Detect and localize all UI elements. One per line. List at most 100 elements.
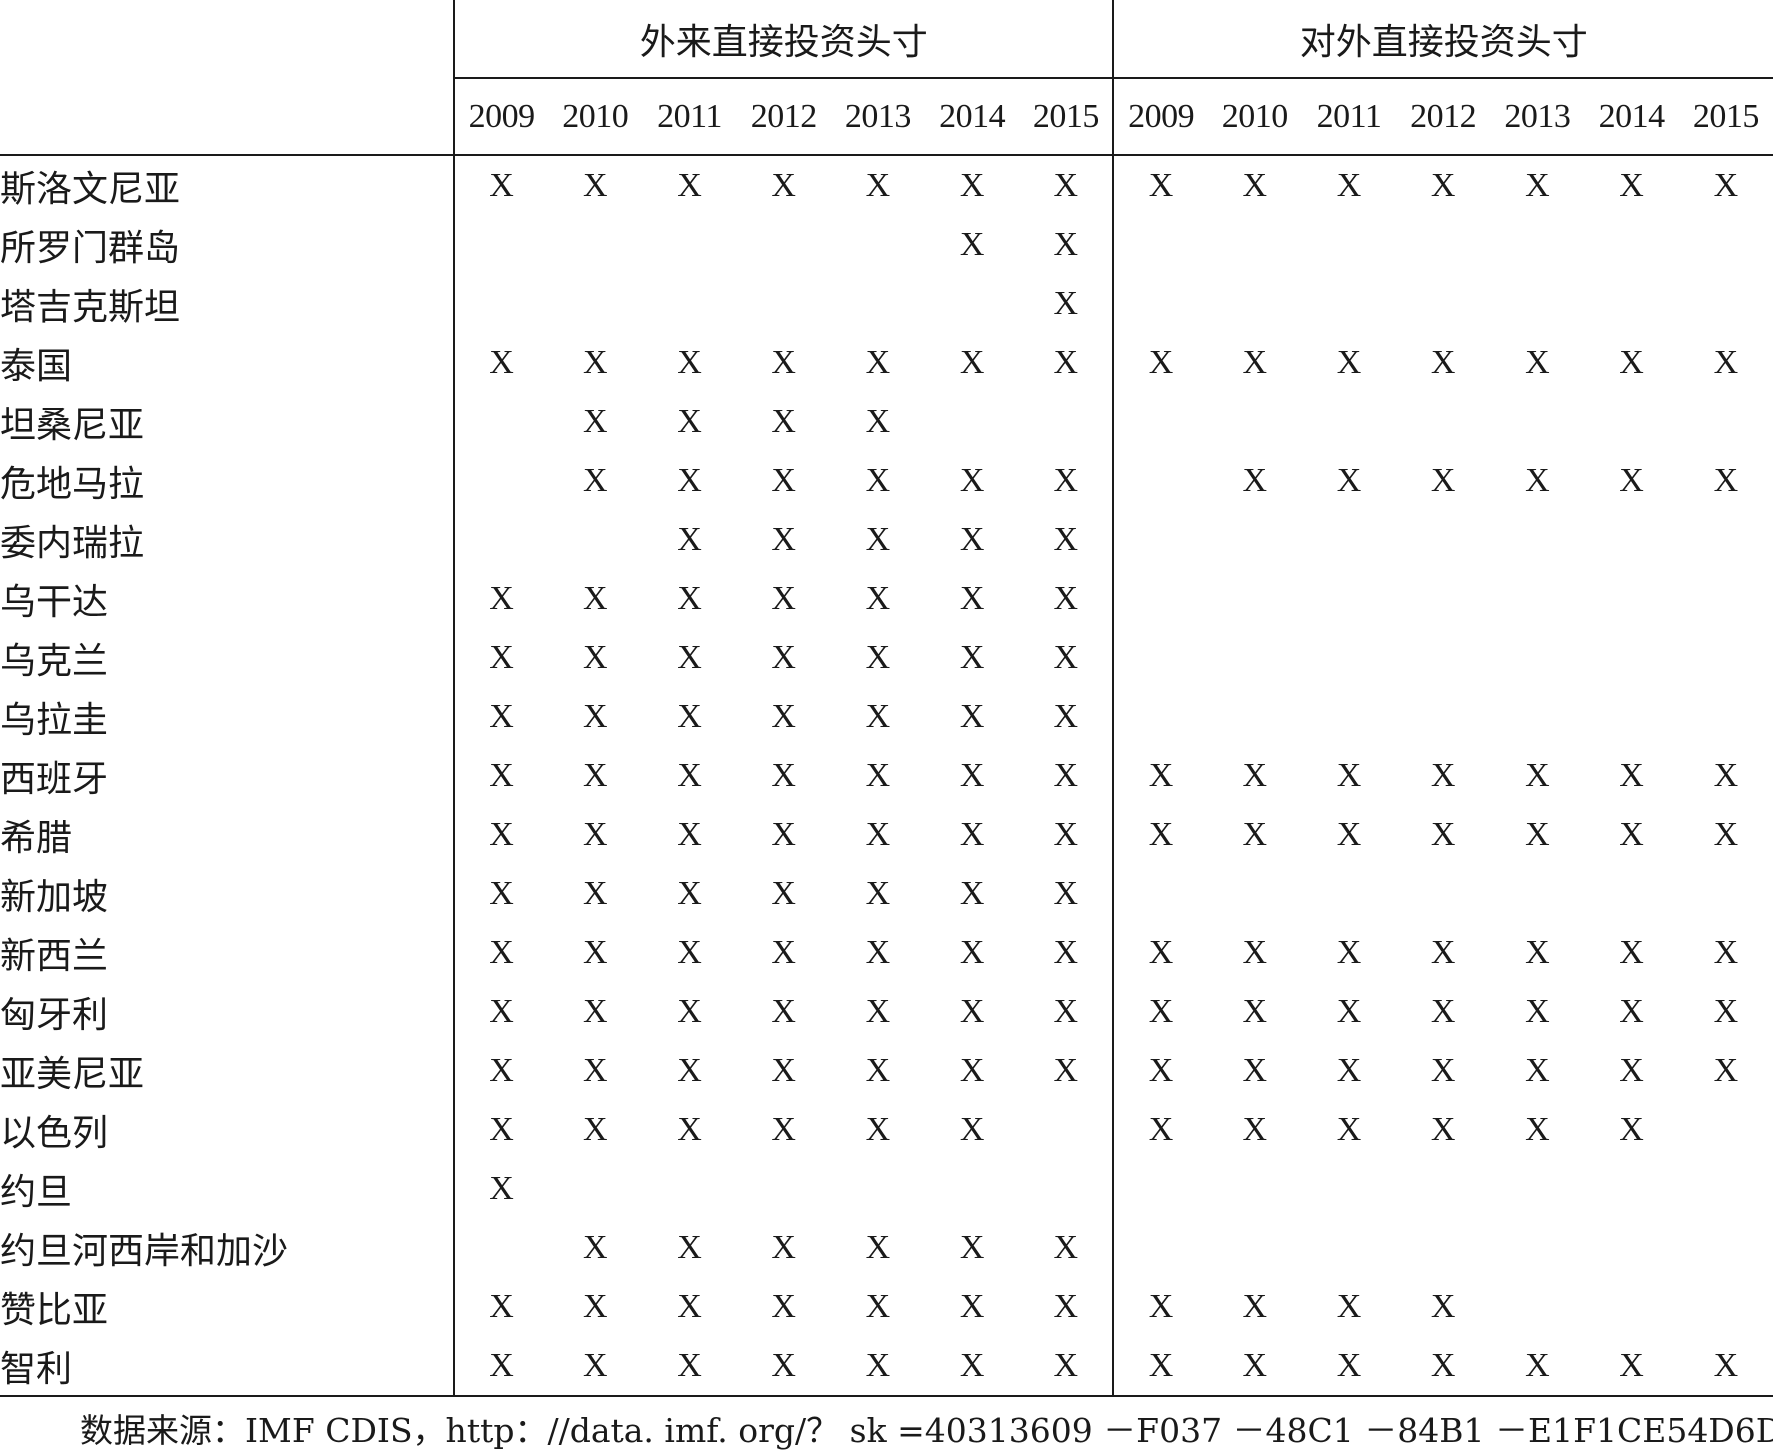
inward-mark-cell: X xyxy=(771,933,796,971)
outward-mark-cell xyxy=(1679,1100,1773,1159)
outward-mark-cell xyxy=(1490,215,1584,274)
inward-mark-cell: X xyxy=(959,1110,985,1148)
inward-mark-cell: X xyxy=(583,933,608,971)
inward-mark-cell: X xyxy=(1053,520,1079,558)
outward-mark-cell: X xyxy=(1336,933,1362,971)
outward-mark-cell: X xyxy=(1336,166,1362,204)
outward-mark-cell: X xyxy=(1336,461,1362,499)
outward-mark-cell xyxy=(1302,510,1396,569)
outward-mark-cell xyxy=(1208,215,1302,274)
outward-mark-cell: X xyxy=(1112,333,1208,392)
inward-mark-cell xyxy=(737,274,831,333)
inward-mark-cell: X xyxy=(959,579,985,617)
country-cell: 赞比亚 xyxy=(0,1289,109,1331)
outward-mark-cell xyxy=(1396,569,1490,628)
inward-mark-cell: X xyxy=(865,520,891,558)
outward-mark-cell xyxy=(1584,1159,1678,1218)
inward-mark-cell: X xyxy=(771,1287,796,1325)
inward-mark-cell: X xyxy=(1053,284,1079,322)
inward-mark-cell: X xyxy=(771,1110,796,1148)
inward-mark-cell: X xyxy=(677,579,702,617)
outward-mark-cell: X xyxy=(1713,1051,1739,1089)
country-cell: 乌拉圭 xyxy=(0,699,109,741)
outward-mark-cell: X xyxy=(1242,166,1268,204)
outward-mark-cell: X xyxy=(1619,343,1644,381)
inward-mark-cell: X xyxy=(771,756,796,794)
outward-mark-cell xyxy=(1208,1159,1302,1218)
table-row: 所罗门群岛 X X xyxy=(0,215,1773,274)
inward-group-header: 外来直接投资头寸 xyxy=(452,0,1114,79)
outward-mark-cell xyxy=(1396,864,1490,923)
inward-mark-cell: X xyxy=(452,864,549,923)
outward-mark-cell: X xyxy=(1713,461,1739,499)
outward-mark-cell: X xyxy=(1242,1287,1268,1325)
outward-mark-cell: X xyxy=(1430,343,1456,381)
inward-year-header: 2012 xyxy=(736,78,831,156)
outward-mark-cell xyxy=(1302,628,1396,687)
inward-mark-cell: X xyxy=(677,874,702,912)
inward-mark-cell xyxy=(642,274,736,333)
outward-mark-cell xyxy=(1584,392,1678,451)
inward-mark-cell: X xyxy=(583,815,608,853)
inward-mark-cell: X xyxy=(959,697,985,735)
inward-mark-cell: X xyxy=(1053,697,1079,735)
outward-mark-cell xyxy=(1490,510,1584,569)
outward-mark-cell: X xyxy=(1713,992,1739,1030)
inward-mark-cell: X xyxy=(452,687,549,746)
inward-mark-cell: X xyxy=(452,1159,549,1218)
inward-mark-cell: X xyxy=(452,746,549,805)
inward-mark-cell: X xyxy=(583,756,608,794)
inward-mark-cell: X xyxy=(865,638,891,676)
inward-mark-cell xyxy=(548,510,642,569)
outward-mark-cell: X xyxy=(1112,1100,1208,1159)
inward-mark-cell xyxy=(831,1159,925,1218)
inward-mark-cell: X xyxy=(1053,638,1079,676)
outward-mark-cell xyxy=(1584,628,1678,687)
outward-mark-cell: X xyxy=(1112,1336,1208,1397)
table-row: 危地马拉 X X X X X X X X X X X X xyxy=(0,451,1773,510)
outward-mark-cell: X xyxy=(1713,343,1739,381)
outward-mark-cell xyxy=(1584,687,1678,746)
inward-mark-cell: X xyxy=(959,933,985,971)
inward-mark-cell xyxy=(452,215,549,274)
inward-mark-cell: X xyxy=(771,402,796,440)
table-row: 西班牙 X X X X X X X X X X X X X X xyxy=(0,746,1773,805)
outward-mark-cell: X xyxy=(1713,933,1739,971)
outward-mark-cell: X xyxy=(1112,155,1208,215)
outward-mark-cell: X xyxy=(1430,1110,1456,1148)
inward-mark-cell: X xyxy=(1053,933,1079,971)
inward-mark-cell xyxy=(925,274,1019,333)
inward-mark-cell: X xyxy=(771,579,796,617)
source-note: 数据来源：IMF CDIS，http：//data. imf. org/？ sk… xyxy=(80,1411,1773,1450)
inward-year-header: 2015 xyxy=(1019,78,1114,156)
inward-mark-cell xyxy=(642,215,736,274)
inward-year-header: 2010 xyxy=(548,78,643,156)
inward-mark-cell: X xyxy=(865,756,891,794)
outward-mark-cell: X xyxy=(1430,992,1456,1030)
outward-year-header: 2013 xyxy=(1490,78,1585,156)
outward-mark-cell: X xyxy=(1525,815,1550,853)
outward-mark-cell xyxy=(1584,1277,1678,1336)
table-row: 坦桑尼亚 X X X X xyxy=(0,392,1773,451)
inward-mark-cell: X xyxy=(677,1110,702,1148)
outward-mark-cell xyxy=(1679,1277,1773,1336)
inward-mark-cell: X xyxy=(583,992,608,1030)
outward-mark-cell: X xyxy=(1396,1336,1491,1397)
inward-mark-cell: X xyxy=(677,1228,702,1266)
outward-mark-cell xyxy=(1490,1277,1584,1336)
inward-mark-cell: X xyxy=(865,579,891,617)
inward-mark-cell xyxy=(737,215,831,274)
outward-mark-cell: X xyxy=(1619,933,1644,971)
inward-mark-cell: X xyxy=(771,1228,796,1266)
inward-mark-cell: X xyxy=(1053,579,1079,617)
inward-mark-cell xyxy=(548,274,642,333)
inward-mark-cell: X xyxy=(959,166,985,204)
inward-mark-cell: X xyxy=(959,756,985,794)
inward-mark-cell: X xyxy=(865,992,891,1030)
outward-mark-cell xyxy=(1584,274,1678,333)
inward-mark-cell: X xyxy=(771,520,796,558)
inward-mark-cell: X xyxy=(1053,874,1079,912)
outward-mark-cell xyxy=(1490,274,1584,333)
inward-mark-cell: X xyxy=(959,638,985,676)
outward-mark-cell: X xyxy=(1525,1110,1550,1148)
